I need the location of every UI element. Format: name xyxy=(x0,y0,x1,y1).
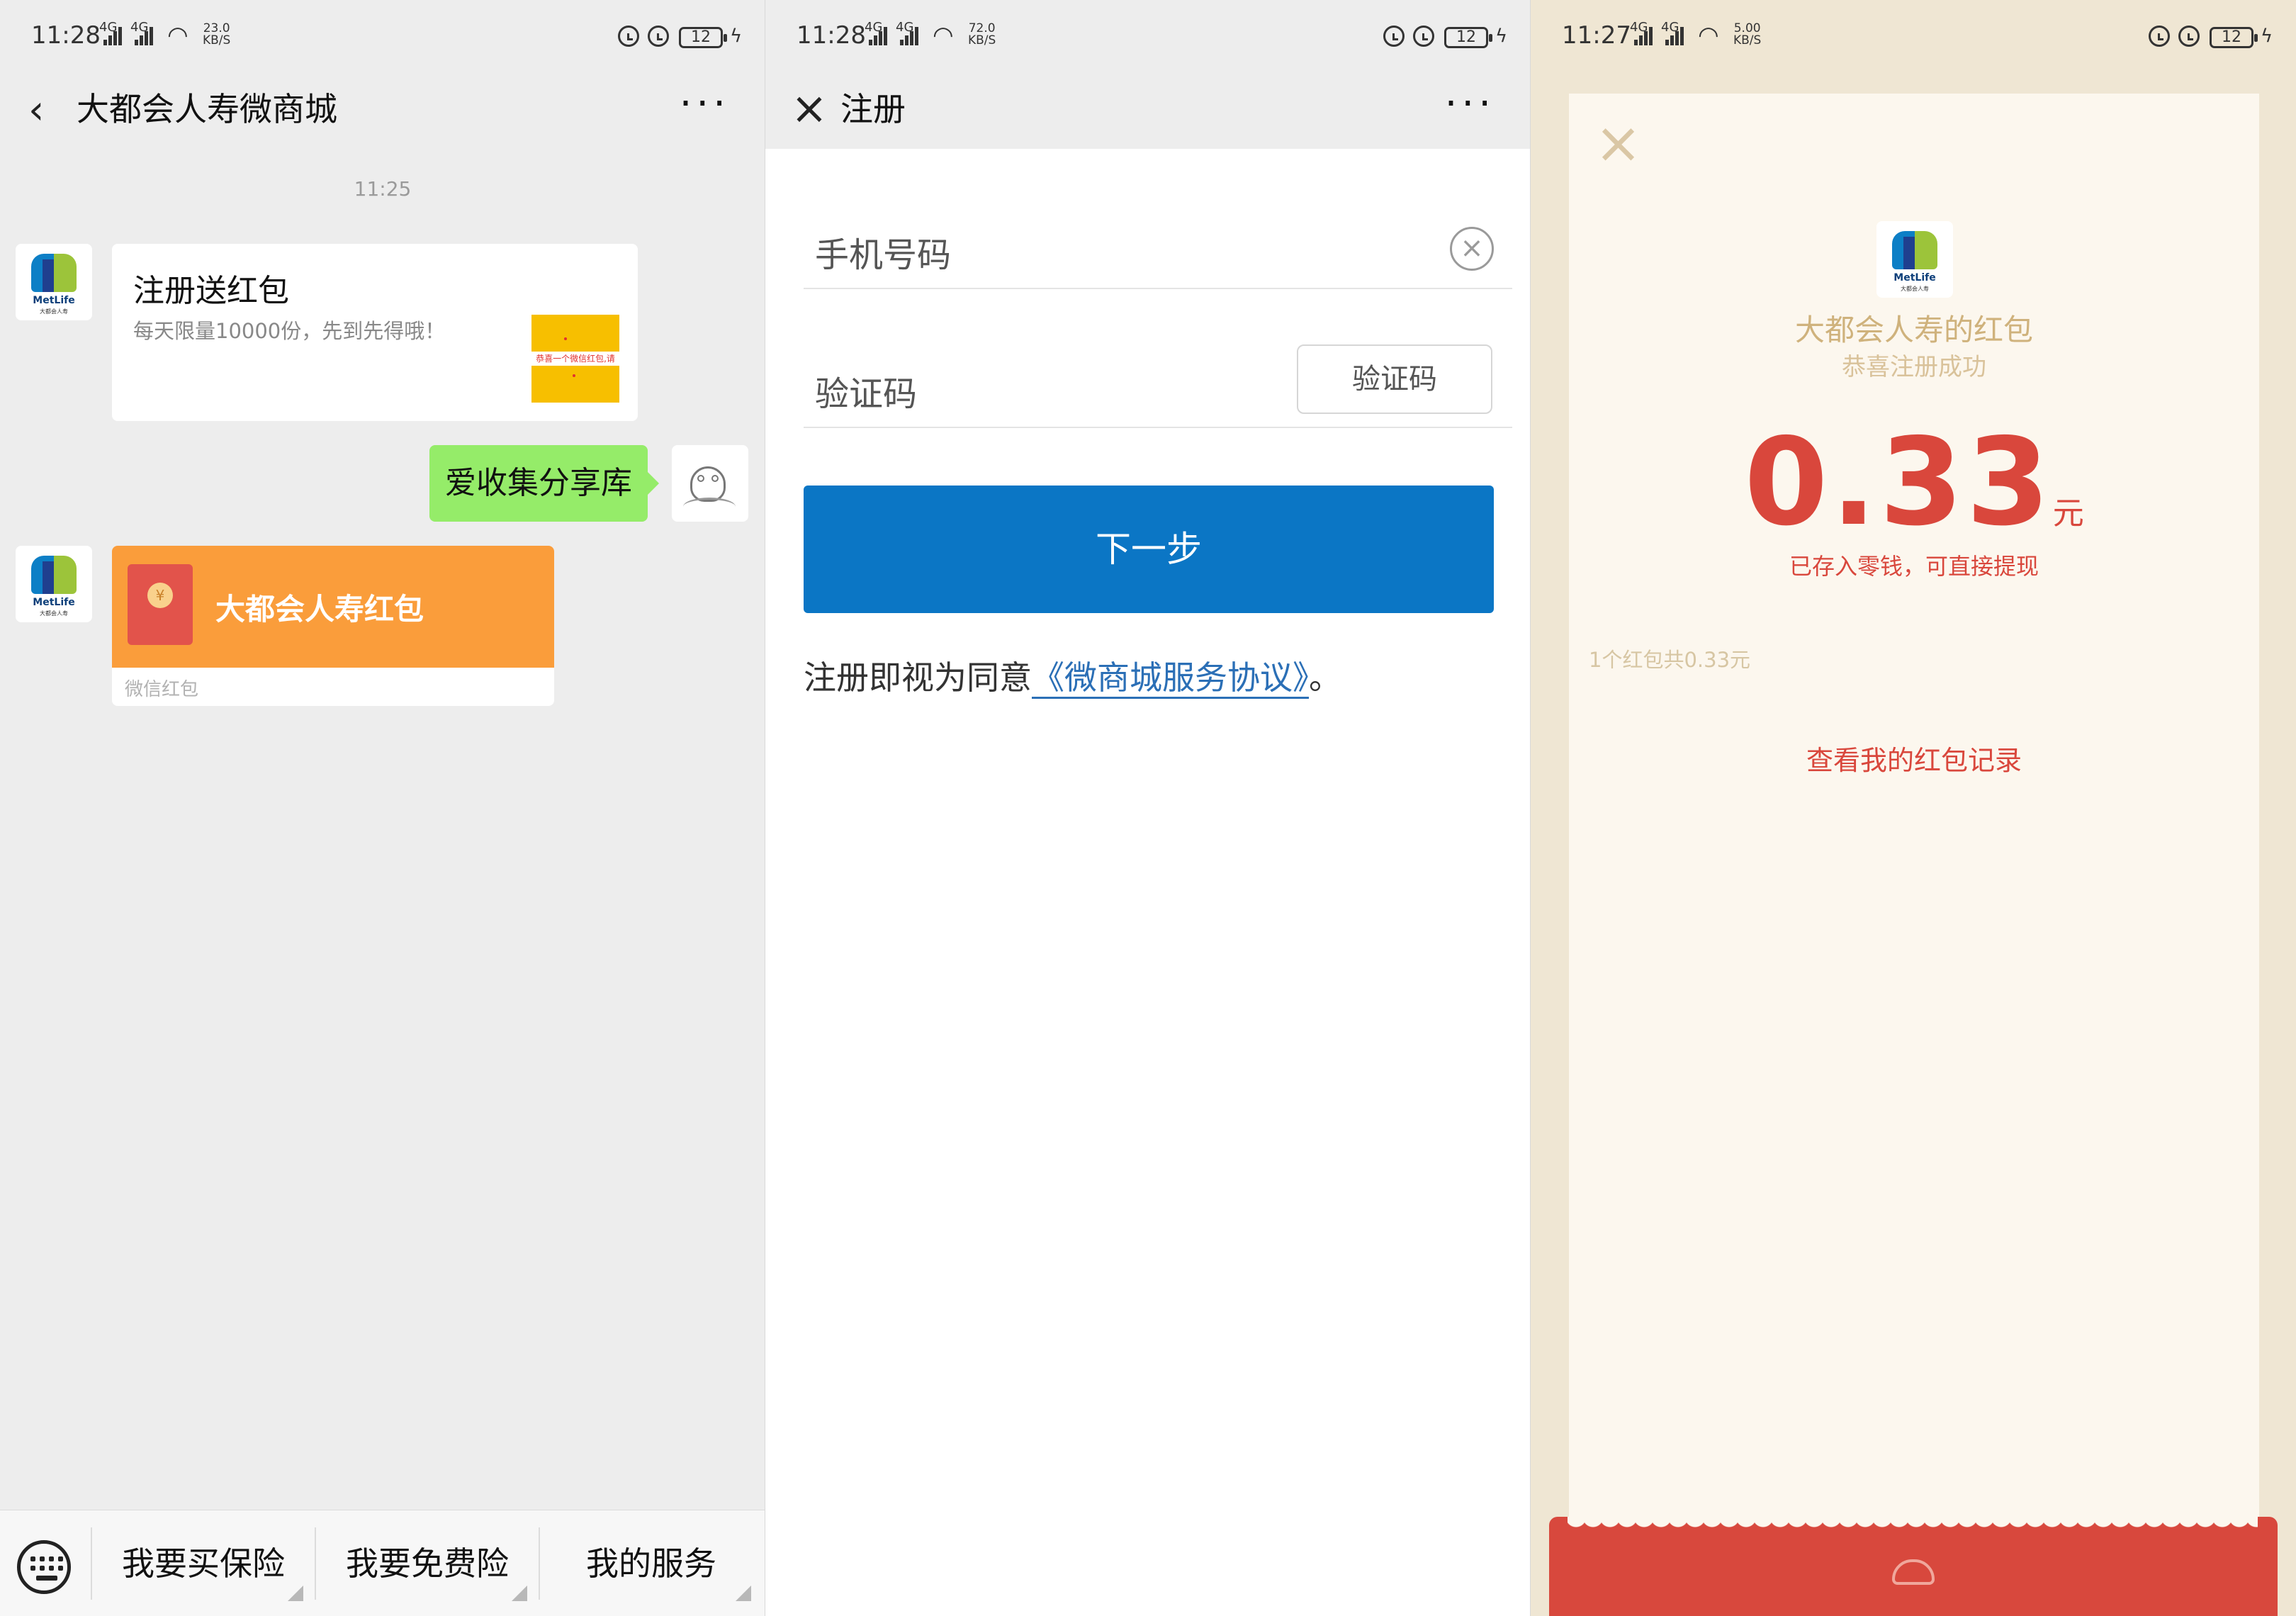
wifi-icon: ◠ xyxy=(167,21,188,50)
page-header: × 注册 ··· xyxy=(765,71,1531,149)
amount: 0.33元 xyxy=(1569,413,2259,553)
phone-field[interactable]: 手机号码 × xyxy=(804,213,1512,289)
logo-subtext: 大都会人寿 xyxy=(1901,286,1929,292)
signal-icon xyxy=(103,27,123,45)
phone-placeholder: 手机号码 xyxy=(815,235,952,275)
status-bar: 11:27 4G 4G ◠ 5.00 KB/S 12 ϟ xyxy=(1531,0,2296,78)
red-packet-bottom xyxy=(1549,1517,2278,1616)
net-speed: 23.0 KB/S xyxy=(203,21,231,47)
chat-header: ‹ 大都会人寿微商城 ··· xyxy=(0,71,765,149)
card-title: 注册送红包 xyxy=(133,273,289,309)
red-packet-footer: 微信红包 xyxy=(125,679,199,700)
register-screen: 11:28 4G 4G ◠ 72.0 KB/S 12 ϟ × 注册 ··· 手机号… xyxy=(765,0,1531,1616)
agreement-prefix: 注册即视为同意 xyxy=(804,658,1032,697)
metlife-logo-icon xyxy=(31,556,77,598)
logo-text: MetLife xyxy=(33,597,75,608)
wifi-icon: ◠ xyxy=(933,21,954,50)
red-packet-message[interactable]: ¥ 大都会人寿红包 微信红包 xyxy=(112,546,554,706)
signal-icon xyxy=(1665,27,1685,45)
logo-subtext: 大都会人寿 xyxy=(40,610,68,617)
battery-icon: 12 xyxy=(2210,27,2258,48)
blessing-text: 恭喜注册成功 xyxy=(1842,353,1986,381)
link-card[interactable]: 注册送红包 每天限量10000份，先到先得哦！ 恭喜一个微信红包,请 xyxy=(112,244,638,421)
page-title: 注册 xyxy=(840,90,906,128)
red-packet-detail-screen: 11:27 4G 4G ◠ 5.00 KB/S 12 ϟ × MetLife 大都… xyxy=(1531,0,2296,1616)
get-code-button[interactable]: 验证码 xyxy=(1297,344,1492,414)
signal-icon xyxy=(900,27,920,45)
logo-text: MetLife xyxy=(33,295,75,306)
red-packet-top: ¥ 大都会人寿红包 xyxy=(112,546,554,668)
cloud-symbol-icon xyxy=(1892,1559,1935,1585)
user-message-bubble[interactable]: 爱收集分享库 xyxy=(429,445,659,522)
card-thumbnail: 恭喜一个微信红包,请 xyxy=(531,315,619,403)
message-timestamp: 11:25 xyxy=(354,177,412,201)
red-packet-title: 大都会人寿红包 xyxy=(215,592,424,627)
chat-screen: 11:28 4G 4G ◠ 23.0 KB/S 12 ϟ ‹ 大都会人寿微商城 ·… xyxy=(0,0,765,1616)
lock-rotation-icon xyxy=(2149,26,2170,47)
view-records-link[interactable]: 查看我的红包记录 xyxy=(1569,739,2259,778)
amount-unit: 元 xyxy=(2052,495,2084,532)
menu-buy-insurance[interactable]: 我要买保险 xyxy=(91,1510,316,1616)
code-placeholder: 验证码 xyxy=(815,374,918,414)
avatar[interactable]: MetLife 大都会人寿 xyxy=(16,244,92,320)
avatar[interactable]: MetLife 大都会人寿 xyxy=(16,546,92,622)
menu-free-insurance[interactable]: 我要免费险 xyxy=(315,1510,540,1616)
charging-icon: ϟ xyxy=(1495,26,1508,47)
keyboard-icon[interactable] xyxy=(17,1540,71,1594)
red-envelope-icon: ¥ xyxy=(128,564,193,645)
alarm-icon xyxy=(648,26,669,47)
red-packet-sheet: × MetLife 大都会人寿 大都会人寿的红包 恭喜注册成功 0.33元 已存… xyxy=(1569,94,2259,1616)
close-icon[interactable]: × xyxy=(1594,115,1642,172)
metlife-logo-icon xyxy=(1892,231,1937,274)
amount-value: 0.33 xyxy=(1744,413,2053,553)
battery-icon: 12 xyxy=(679,27,727,48)
menu-label: 我要买保险 xyxy=(122,1544,285,1583)
service-agreement-link[interactable]: 《微商城服务协议》 xyxy=(1032,658,1309,699)
close-icon[interactable]: × xyxy=(791,86,828,130)
packet-count: 1个红包共0.33元 xyxy=(1589,648,1751,672)
verification-code-field[interactable]: 验证码 验证码 xyxy=(804,344,1512,428)
signal-icon xyxy=(135,27,154,45)
agreement-text: 注册即视为同意《微商城服务协议》。 xyxy=(804,652,1341,699)
status-bar: 11:28 4G 4G ◠ 23.0 KB/S 12 ϟ xyxy=(0,0,765,78)
user-avatar[interactable] xyxy=(672,445,748,522)
clear-icon[interactable]: × xyxy=(1450,227,1494,271)
status-time: 11:28 xyxy=(31,21,101,50)
chat-title: 大都会人寿微商城 xyxy=(77,90,337,128)
logo-subtext: 大都会人寿 xyxy=(40,308,68,315)
lock-rotation-icon xyxy=(618,26,639,47)
signal-icon xyxy=(869,27,889,45)
agreement-suffix: 。 xyxy=(1309,658,1341,697)
more-icon[interactable]: ··· xyxy=(1445,81,1495,127)
menu-label: 我要免费险 xyxy=(346,1544,509,1583)
thumbnail-text: 恭喜一个微信红包,请 xyxy=(531,352,619,366)
back-icon[interactable]: ‹ xyxy=(28,91,44,130)
menu-label: 我的服务 xyxy=(586,1544,716,1583)
signal-icon xyxy=(1634,27,1654,45)
status-time: 11:28 xyxy=(797,21,866,50)
deposit-note: 已存入零钱，可直接提现 xyxy=(1789,553,2039,580)
alarm-icon xyxy=(2178,26,2200,47)
logo-text: MetLife xyxy=(1893,272,1936,284)
sender-name: 大都会人寿的红包 xyxy=(1794,313,2033,347)
service-menu-bar: 我要买保险 我要免费险 我的服务 xyxy=(0,1510,765,1616)
wavy-edge xyxy=(1568,1517,2258,1554)
more-icon[interactable]: ··· xyxy=(680,81,730,127)
lock-rotation-icon xyxy=(1383,26,1405,47)
charging-icon: ϟ xyxy=(2261,26,2273,47)
alarm-icon xyxy=(1413,26,1434,47)
menu-my-services[interactable]: 我的服务 xyxy=(539,1510,764,1616)
metlife-logo-icon xyxy=(31,254,77,296)
status-bar: 11:28 4G 4G ◠ 72.0 KB/S 12 ϟ xyxy=(765,0,1531,78)
wifi-icon: ◠ xyxy=(1698,21,1719,50)
charging-icon: ϟ xyxy=(730,26,743,47)
coin-icon: ¥ xyxy=(147,583,173,608)
net-speed: 72.0 KB/S xyxy=(968,21,996,47)
battery-icon: 12 xyxy=(1444,27,1492,48)
card-description: 每天限量10000份，先到先得哦！ xyxy=(133,319,446,343)
sender-avatar: MetLife 大都会人寿 xyxy=(1876,221,1953,298)
next-button[interactable]: 下一步 xyxy=(804,486,1494,613)
net-speed: 5.00 KB/S xyxy=(1733,21,1762,47)
status-time: 11:27 xyxy=(1562,21,1631,50)
